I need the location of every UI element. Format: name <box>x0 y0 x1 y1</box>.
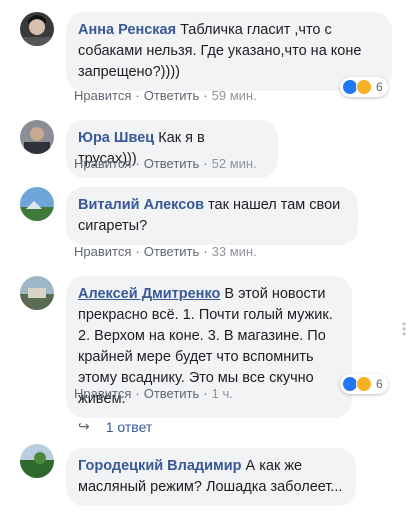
like-button[interactable]: Нравится <box>74 156 131 171</box>
comment-actions: Нравится · Ответить · 33 мин. <box>74 244 257 259</box>
view-replies-link[interactable]: ↪ 1 ответ <box>78 418 152 435</box>
like-button[interactable]: Нравится <box>74 244 131 259</box>
comment-actions: Нравится · Ответить · 52 мин. <box>74 156 257 171</box>
comment-author[interactable]: Алексей Дмитренко <box>78 286 220 302</box>
like-button[interactable]: Нравится <box>74 88 131 103</box>
like-button[interactable]: Нравится <box>74 386 131 401</box>
comment-author[interactable]: Городецкий Владимир <box>78 458 242 474</box>
timestamp[interactable]: 1 ч. <box>212 386 233 401</box>
reply-button[interactable]: Ответить <box>144 244 200 259</box>
reply-button[interactable]: Ответить <box>144 386 200 401</box>
avatar[interactable] <box>20 120 54 154</box>
haha-reaction-icon <box>356 376 372 392</box>
timestamp[interactable]: 33 мин. <box>212 244 257 259</box>
comment-actions: Нравится · Ответить · 1 ч. <box>74 386 233 401</box>
avatar[interactable] <box>20 444 54 478</box>
comment-bubble: Виталий Алексов так нашел там свои сигаре… <box>66 187 358 245</box>
more-options-icon[interactable]: • • • <box>402 318 406 340</box>
haha-reaction-icon <box>356 79 372 95</box>
avatar[interactable] <box>20 187 54 221</box>
reactions-summary[interactable]: 6 <box>340 77 388 97</box>
avatar[interactable] <box>20 12 54 46</box>
reactions-summary[interactable]: 6 <box>340 374 388 394</box>
reply-arrow-icon: ↪ <box>78 418 90 434</box>
replies-count-label[interactable]: 1 ответ <box>106 419 153 435</box>
reply-button[interactable]: Ответить <box>144 88 200 103</box>
comment-author[interactable]: Юра Швец <box>78 130 154 146</box>
avatar[interactable] <box>20 276 54 310</box>
comment-author[interactable]: Виталий Алексов <box>78 197 204 213</box>
reaction-count: 6 <box>376 80 383 94</box>
comment-author[interactable]: Анна Ренская <box>78 22 176 38</box>
reply-button[interactable]: Ответить <box>144 156 200 171</box>
timestamp[interactable]: 52 мин. <box>212 156 257 171</box>
comment-actions: Нравится · Ответить · 59 мин. <box>74 88 257 103</box>
reaction-count: 6 <box>376 377 383 391</box>
comment-bubble: Городецкий Владимир А как же масляный реж… <box>66 448 356 506</box>
timestamp[interactable]: 59 мин. <box>212 88 257 103</box>
